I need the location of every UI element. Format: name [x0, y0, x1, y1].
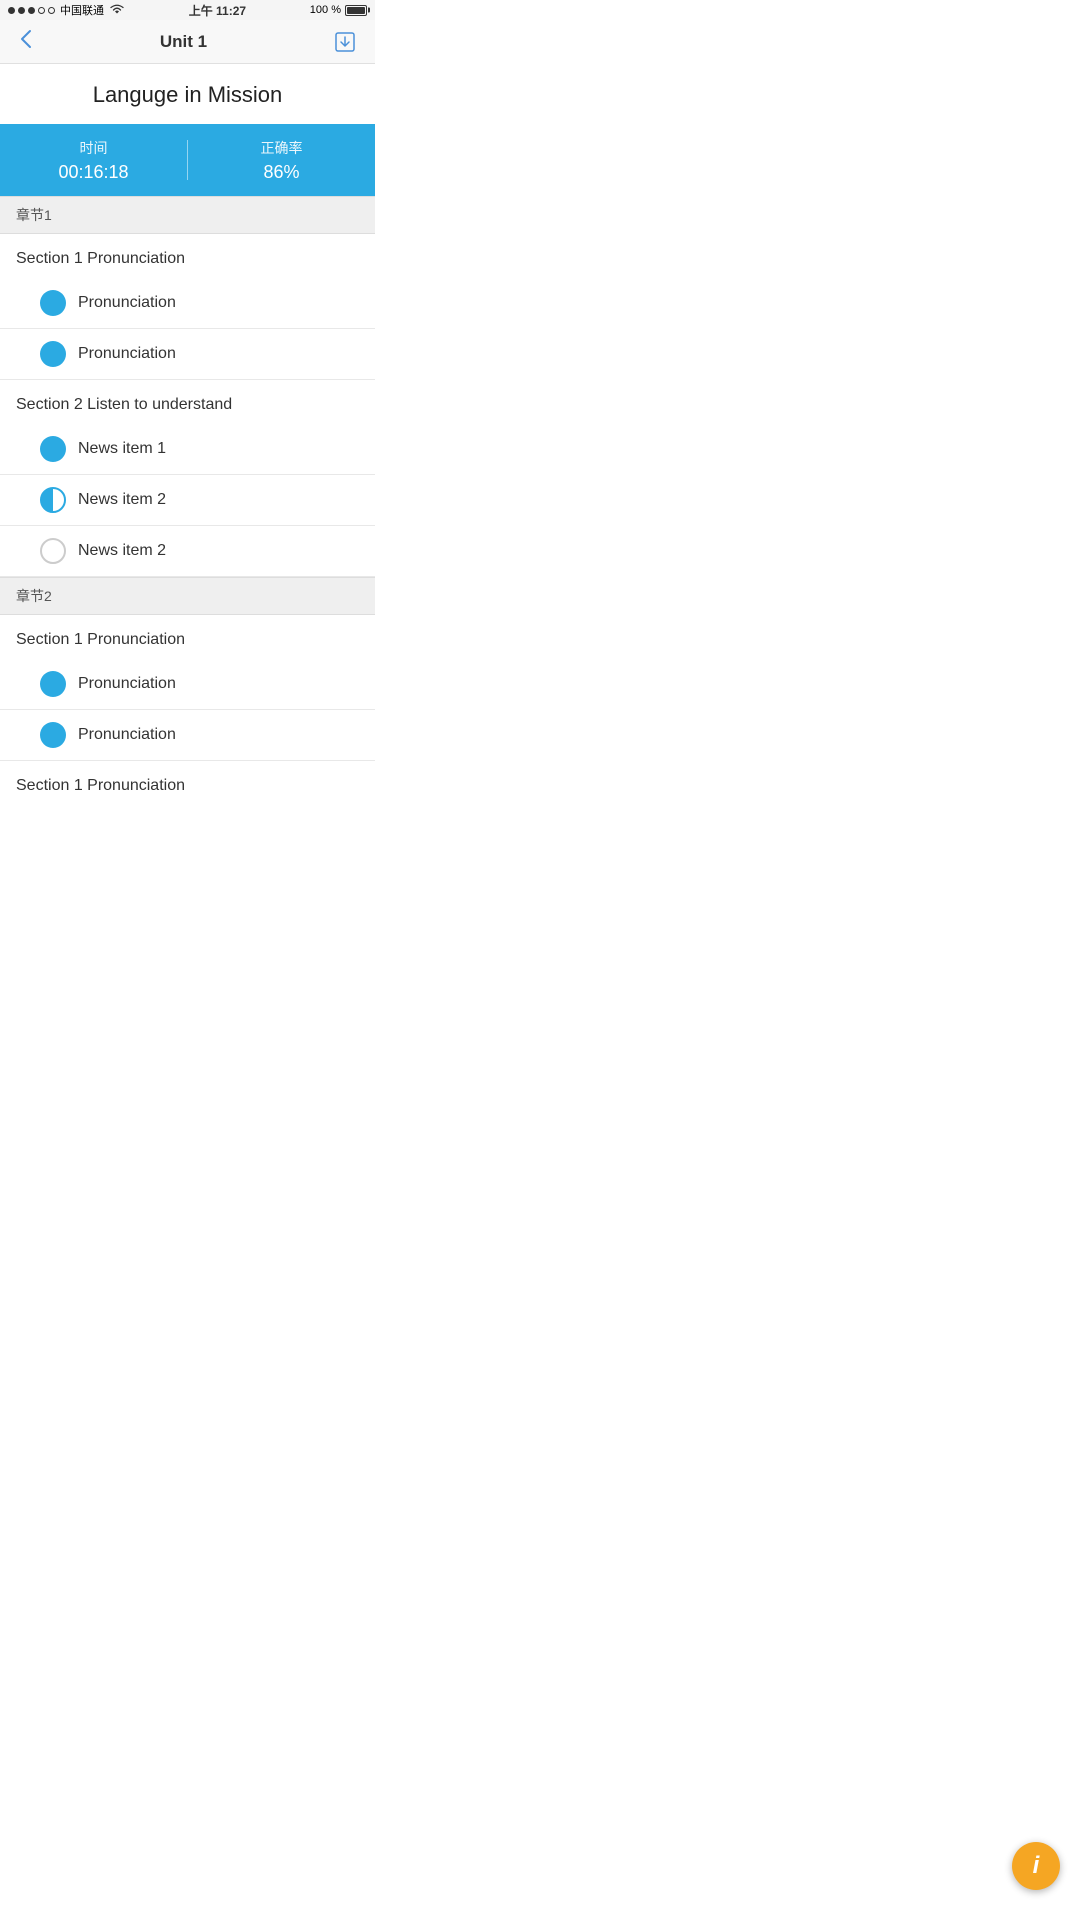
chapter-1-header: 章节1 — [0, 196, 375, 234]
battery-icon — [345, 5, 367, 16]
main-title: Languge in Mission — [0, 64, 375, 124]
status-left: 中国联通 — [8, 2, 125, 18]
accuracy-stat: 正确率 86% — [188, 138, 375, 183]
battery-percent: 100 % — [310, 4, 341, 16]
dot-2 — [18, 7, 25, 14]
status-icon-empty — [40, 538, 66, 564]
chapter-2-header: 章节2 — [0, 577, 375, 615]
status-icon-full — [40, 671, 66, 697]
item-label: Pronunciation — [78, 726, 176, 744]
status-icon-full — [40, 341, 66, 367]
list-item[interactable]: Pronunciation — [0, 278, 375, 329]
status-icon-full — [40, 722, 66, 748]
back-button[interactable] — [16, 25, 36, 59]
accuracy-label: 正确率 — [261, 138, 303, 158]
item-label: News item 1 — [78, 440, 166, 458]
accuracy-value: 86% — [263, 162, 299, 183]
chevron-left-icon — [20, 29, 32, 49]
status-bar: 中国联通 上午 11:27 100 % — [0, 0, 375, 20]
status-time: 上午 11:27 — [189, 2, 246, 19]
content-area: 章节1 Section 1 Pronunciation Pronunciatio… — [0, 196, 375, 805]
item-label: Pronunciation — [78, 294, 176, 312]
stats-bar: 时间 00:16:18 正确率 86% — [0, 124, 375, 196]
nav-title: Unit 1 — [160, 32, 207, 52]
time-stat: 时间 00:16:18 — [0, 138, 187, 183]
dot-4 — [38, 7, 45, 14]
list-item[interactable]: Pronunciation — [0, 659, 375, 710]
download-icon — [334, 31, 356, 53]
status-icon-full — [40, 290, 66, 316]
download-button[interactable] — [331, 28, 359, 56]
info-icon: i — [1033, 1854, 1040, 1878]
carrier-label: 中国联通 — [60, 2, 104, 18]
item-label: News item 2 — [78, 542, 166, 560]
time-value: 00:16:18 — [58, 162, 128, 183]
status-icon-full — [40, 436, 66, 462]
wifi-icon — [109, 4, 125, 16]
time-label: 时间 — [80, 138, 108, 158]
signal-dots — [8, 7, 55, 14]
list-item[interactable]: Pronunciation — [0, 329, 375, 380]
dot-3 — [28, 7, 35, 14]
dot-5 — [48, 7, 55, 14]
nav-bar: Unit 1 — [0, 20, 375, 64]
section-2-1-title: Section 1 Pronunciation — [0, 615, 375, 659]
item-label: News item 2 — [78, 491, 166, 509]
battery-fill — [347, 7, 365, 14]
list-item[interactable]: Pronunciation — [0, 710, 375, 761]
section-1-2-title: Section 2 Listen to understand — [0, 380, 375, 424]
dot-1 — [8, 7, 15, 14]
list-item[interactable]: News item 2 — [0, 526, 375, 577]
item-label: Pronunciation — [78, 675, 176, 693]
section-2-2-title: Section 1 Pronunciation — [0, 761, 375, 805]
section-1-1-title: Section 1 Pronunciation — [0, 234, 375, 278]
status-icon-half — [40, 487, 66, 513]
list-item[interactable]: News item 2 — [0, 475, 375, 526]
info-button[interactable]: i — [1012, 1842, 1060, 1890]
list-item[interactable]: News item 1 — [0, 424, 375, 475]
item-label: Pronunciation — [78, 345, 176, 363]
status-right: 100 % — [310, 4, 367, 16]
